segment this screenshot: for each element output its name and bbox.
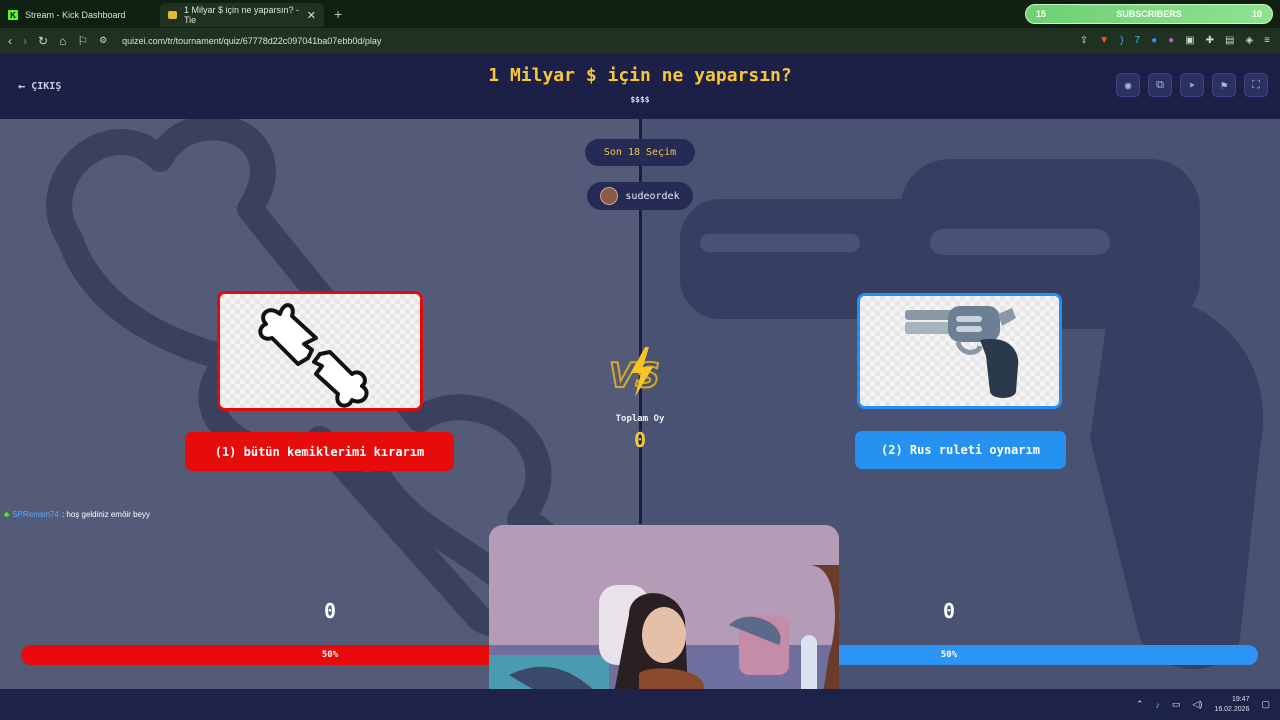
forward-icon[interactable]: › — [23, 34, 27, 48]
option-2-label: (2) Rus ruleti oynarım — [881, 443, 1040, 457]
chat-text: : hoş geldiniz emöir beyy — [61, 510, 150, 519]
option-1-label: (1) bütün kemiklerimi kırarım — [214, 444, 425, 459]
menu-icon[interactable]: ≡ — [1264, 35, 1270, 46]
share-button[interactable]: ⧉ — [1148, 73, 1172, 97]
taskbar: ⌃ ♪ ▭ ◁) 19:47 16.02.2026 ▢ — [0, 689, 1280, 720]
clock-date: 16.02.2026 — [1214, 705, 1250, 713]
option-1-card[interactable] — [217, 291, 423, 411]
round-badge: Son 18 Seçim — [585, 139, 695, 166]
close-icon[interactable]: ✕ — [307, 9, 316, 22]
option-2-percent: 50% — [940, 650, 958, 660]
host-name: sudeordek — [625, 190, 680, 202]
total-votes-value: 0 — [633, 428, 647, 452]
network-icon[interactable]: ▭ — [1172, 699, 1181, 710]
home-icon[interactable]: ⌂ — [59, 34, 66, 48]
address-bar: ‹ › ↻ ⌂ ⚐ ⚙ quizei.com/tr/tournament/qui… — [0, 28, 1280, 53]
vpn-shield-icon[interactable]: ◈ — [1245, 35, 1253, 46]
avatar — [600, 187, 619, 205]
brave-shield-icon[interactable]: ▼ — [1099, 35, 1109, 46]
chat-username: SPRemsin74 — [12, 510, 59, 519]
quiz-header: ← ÇIKIŞ 1 Milyar $ için ne yaparsın? $$$… — [0, 53, 1280, 119]
host-badge: sudeordek — [587, 182, 693, 210]
option-2-button[interactable]: (2) Rus ruleti oynarım — [855, 431, 1066, 469]
total-votes-label: Toplam Oy — [615, 414, 665, 424]
broken-bone-icon — [220, 294, 420, 408]
sidebar-icon[interactable]: ▤ — [1225, 35, 1234, 46]
reload-icon[interactable]: ↻ — [38, 34, 48, 48]
tab-label: 1 Milyar $ için ne yaparsın? - Tie — [183, 5, 299, 25]
quiz-title: 1 Milyar $ için ne yaparsın? — [488, 65, 792, 86]
send-button[interactable]: ➤ — [1180, 73, 1204, 97]
svg-text:VS: VS — [609, 356, 660, 396]
exit-label: ÇIKIŞ — [31, 80, 62, 92]
option-1-button[interactable]: (1) bütün kemiklerimi kırarım — [185, 432, 454, 471]
tab-kick-dashboard[interactable]: K Stream - Kick Dashboard — [0, 3, 160, 27]
subscribers-label: SUBSCRIBERS — [1116, 9, 1182, 19]
center-divider — [639, 119, 642, 524]
system-tray: ⌃ ♪ ▭ ◁) 19:47 16.02.2026 ▢ — [1136, 689, 1270, 720]
subscribers-goal: 10 — [1251, 9, 1262, 19]
tab-quizei[interactable]: 1 Milyar $ için ne yaparsın? - Tie ✕ — [160, 3, 324, 27]
fullscreen-icon: ⛶ — [1252, 78, 1260, 91]
exit-button[interactable]: ← ÇIKIŞ — [18, 79, 61, 93]
option-2-card[interactable] — [857, 293, 1062, 409]
bookmark-icon[interactable]: ⚐ — [77, 34, 88, 48]
extension-dark-icon[interactable]: ▣ — [1185, 35, 1194, 46]
puzzle-icon[interactable]: ✚ — [1206, 35, 1214, 46]
share-page-icon[interactable]: ⇪ — [1080, 35, 1088, 46]
volume-icon[interactable]: ◁) — [1193, 699, 1203, 710]
clock[interactable]: 19:47 16.02.2026 — [1214, 695, 1249, 715]
arrow-left-icon: ← — [18, 79, 26, 93]
subscribers-current: 15 — [1036, 9, 1047, 19]
quizei-icon — [168, 11, 177, 19]
extensions: ⇪ ▼ ) 7 ● ● ▣ ✚ ▤ ◈ ≡ — [1080, 28, 1270, 53]
send-icon: ➤ — [1188, 78, 1196, 92]
microphone-icon[interactable]: ♪ — [1156, 700, 1161, 710]
share-icon: ⧉ — [1156, 78, 1164, 91]
extension-purple-icon[interactable]: ● — [1168, 35, 1174, 46]
notification-icon[interactable]: ▢ — [1261, 699, 1270, 710]
option-1-votes: 0 — [323, 599, 337, 623]
clock-time: 19:47 — [1231, 695, 1250, 703]
subscribers-goal-bar: 15 SUBSCRIBERS 10 — [1025, 4, 1273, 24]
flag-icon: ⚑ — [1220, 78, 1228, 92]
quiz-subtitle: $$$$ — [630, 95, 650, 104]
kick-icon: K — [8, 10, 18, 20]
site-info-icon[interactable]: ⚙ — [99, 35, 107, 46]
vs-lightning-icon: VS — [608, 347, 661, 397]
option-1-percent: 50% — [321, 650, 339, 660]
report-button[interactable]: ⚑ — [1212, 73, 1236, 97]
option-2-votes: 0 — [942, 599, 956, 623]
eye-icon: ◉ — [1124, 78, 1132, 92]
eye-button[interactable]: ◉ — [1116, 73, 1140, 97]
round-label: Son 18 Seçim — [603, 147, 677, 158]
fullscreen-button[interactable]: ⛶ — [1244, 73, 1268, 97]
wave-icon[interactable]: ) — [1120, 35, 1123, 46]
chat-message: ♣ SPRemsin74 : hoş geldiniz emöir beyy — [4, 510, 150, 519]
url-field[interactable]: quizei.com/tr/tournament/quiz/67778d22c0… — [122, 36, 381, 46]
revolver-icon — [860, 296, 1059, 406]
chevron-up-icon[interactable]: ⌃ — [1136, 699, 1144, 710]
translate-icon[interactable]: 7 — [1135, 35, 1141, 46]
tab-label: Stream - Kick Dashboard — [25, 10, 126, 20]
new-tab-button[interactable]: + — [334, 6, 342, 22]
chat-badge-icon: ♣ — [4, 510, 10, 519]
back-icon[interactable]: ‹ — [8, 34, 12, 48]
extension-blue-icon[interactable]: ● — [1151, 35, 1157, 46]
